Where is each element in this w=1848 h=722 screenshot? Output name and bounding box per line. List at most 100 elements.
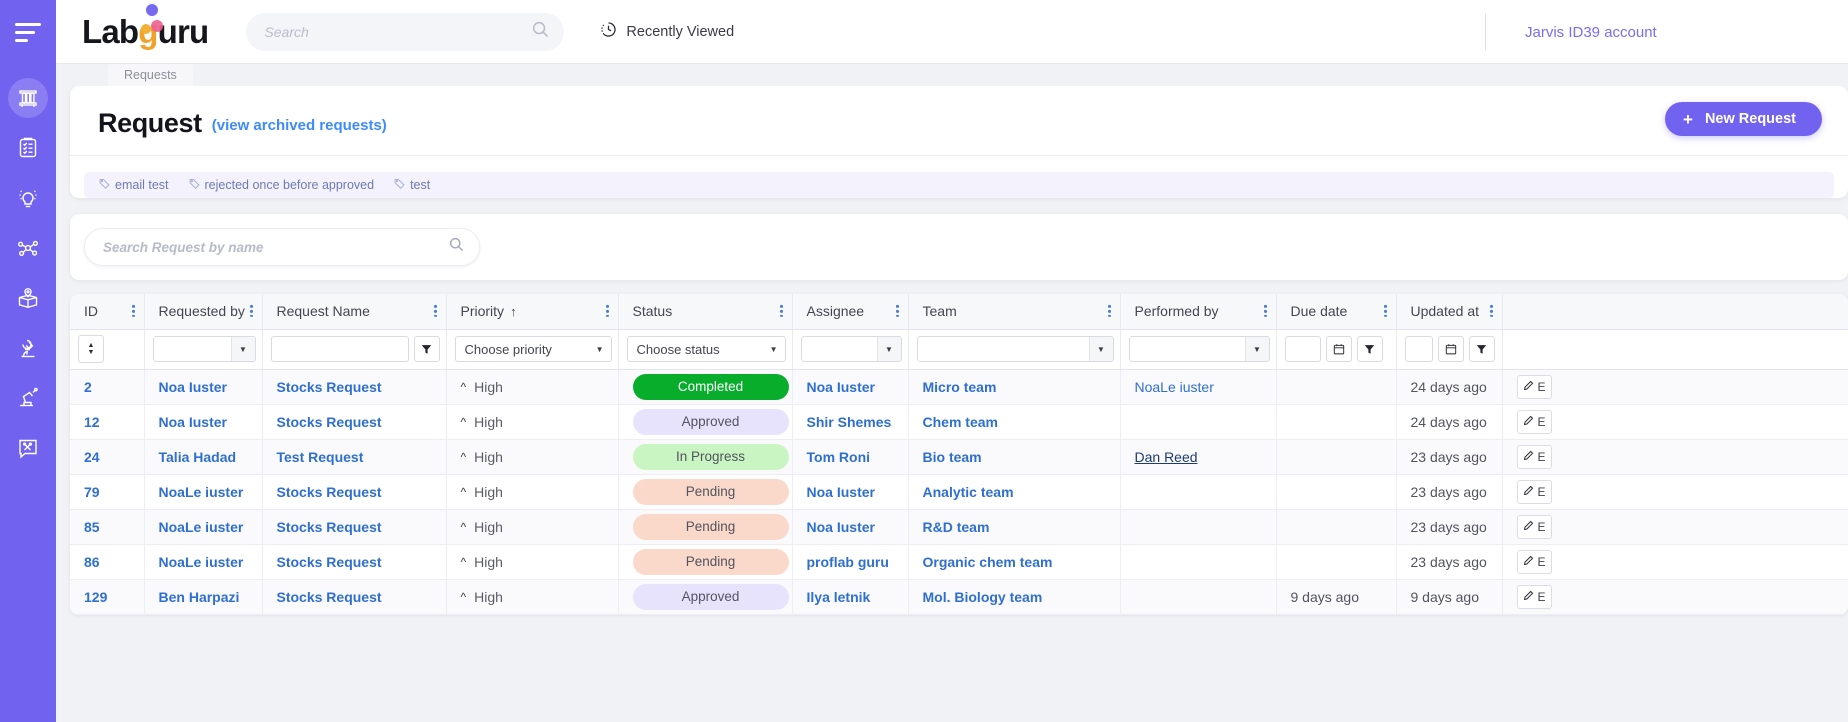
tag-item[interactable]: email test xyxy=(92,178,176,192)
edit-button[interactable]: E xyxy=(1516,409,1552,434)
assignee-link[interactable]: Shir Shemes xyxy=(807,414,892,430)
requested-by-link[interactable]: NoaLe iuster xyxy=(159,519,244,535)
status-badge[interactable]: Pending xyxy=(632,478,789,505)
status-filter-select[interactable]: Choose status ▼ xyxy=(626,336,786,362)
sidebar-item-automation[interactable] xyxy=(8,378,48,418)
edit-button[interactable]: E xyxy=(1516,444,1552,469)
requested-by-link[interactable]: Talia Hadad xyxy=(159,449,237,465)
table-row[interactable]: 86 NoaLe iuster Stocks Request ^ High Pen… xyxy=(70,544,1848,580)
column-menu-icon[interactable] xyxy=(1108,303,1111,319)
column-menu-icon[interactable] xyxy=(1384,303,1387,319)
labguru-logo[interactable]: Labguru xyxy=(82,3,209,51)
column-header-id[interactable]: ID xyxy=(70,294,145,330)
status-badge[interactable]: Approved xyxy=(632,408,789,435)
updated-at-filter-button[interactable] xyxy=(1468,336,1495,362)
requested-by-link[interactable]: Ben Harpazi xyxy=(159,589,240,605)
sidebar-item-inventory[interactable] xyxy=(8,78,48,118)
request-id-link[interactable]: 79 xyxy=(84,484,100,500)
request-name-link[interactable]: Stocks Request xyxy=(277,414,382,430)
requested-by-filter[interactable]: ▼ xyxy=(152,336,256,362)
sidebar-item-ideas[interactable] xyxy=(8,178,48,218)
column-header-assignee[interactable]: Assignee xyxy=(792,294,909,330)
team-link[interactable]: Bio team xyxy=(923,449,982,465)
column-header-requested-by[interactable]: Requested by xyxy=(144,294,263,330)
view-archived-link[interactable]: (view archived requests) xyxy=(212,117,387,134)
column-menu-icon[interactable] xyxy=(606,303,609,319)
table-row[interactable]: 85 NoaLe iuster Stocks Request ^ High Pen… xyxy=(70,509,1848,545)
request-name-link[interactable]: Stocks Request xyxy=(277,589,382,605)
sidebar-item-experiments[interactable] xyxy=(8,328,48,368)
new-request-button[interactable]: + New Request xyxy=(1665,102,1822,136)
chevron-down-icon[interactable]: ▼ xyxy=(1244,337,1269,361)
due-date-calendar-icon[interactable] xyxy=(1325,336,1352,362)
team-link[interactable]: Micro team xyxy=(923,379,997,395)
chevron-down-icon[interactable]: ▼ xyxy=(230,337,255,361)
assignee-link[interactable]: Noa Iuster xyxy=(807,379,875,395)
team-link[interactable]: R&D team xyxy=(923,519,990,535)
id-sort-stepper[interactable]: ▲ ▼ xyxy=(78,335,104,363)
request-id-link[interactable]: 24 xyxy=(84,449,100,465)
recently-viewed-button[interactable]: Recently Viewed xyxy=(600,21,734,42)
table-row[interactable]: 129 Ben Harpazi Stocks Request ^ High App… xyxy=(70,579,1848,615)
priority-filter-select[interactable]: Choose priority ▼ xyxy=(454,336,612,362)
assignee-link[interactable]: Ilya letnik xyxy=(807,589,871,605)
request-name-link[interactable]: Stocks Request xyxy=(277,379,382,395)
requested-by-link[interactable]: Noa Iuster xyxy=(159,379,227,395)
column-header-updated-at[interactable]: Updated at xyxy=(1396,294,1503,330)
team-link[interactable]: Analytic team xyxy=(923,484,1014,500)
requested-by-link[interactable]: NoaLe iuster xyxy=(159,554,244,570)
edit-button[interactable]: E xyxy=(1516,479,1552,504)
tag-item[interactable]: test xyxy=(387,178,437,192)
request-id-link[interactable]: 85 xyxy=(84,519,100,535)
column-header-performed-by[interactable]: Performed by xyxy=(1120,294,1277,330)
performed-by-filter-input[interactable] xyxy=(1129,337,1245,361)
tag-item[interactable]: rejected once before approved xyxy=(182,178,382,192)
status-badge[interactable]: Approved xyxy=(632,583,789,610)
table-row[interactable]: 24 Talia Hadad Test Request ^ High In Pro… xyxy=(70,439,1848,475)
sidebar-item-storage[interactable] xyxy=(8,278,48,318)
request-name-filter-button[interactable] xyxy=(413,336,440,362)
account-link[interactable]: Jarvis ID39 account xyxy=(1503,0,1848,64)
search-icon[interactable] xyxy=(531,20,550,44)
column-header-due-date[interactable]: Due date xyxy=(1276,294,1397,330)
assignee-link[interactable]: Noa Iuster xyxy=(807,484,875,500)
search-input[interactable] xyxy=(264,23,532,40)
edit-button[interactable]: E xyxy=(1516,514,1552,539)
table-row[interactable]: 2 Noa Iuster Stocks Request ^ High Comple… xyxy=(70,369,1848,405)
status-badge[interactable]: Completed xyxy=(632,373,789,400)
sidebar-item-requests[interactable] xyxy=(8,128,48,168)
sidebar-item-support[interactable] xyxy=(8,428,48,468)
column-header-team[interactable]: Team xyxy=(908,294,1121,330)
request-name-link[interactable]: Stocks Request xyxy=(277,519,382,535)
column-menu-icon[interactable] xyxy=(132,303,135,319)
updated-at-calendar-icon[interactable] xyxy=(1437,336,1464,362)
team-link[interactable]: Mol. Biology team xyxy=(923,589,1043,605)
performed-by-filter[interactable]: ▼ xyxy=(1128,336,1270,362)
edit-button[interactable]: E xyxy=(1516,549,1552,574)
table-row[interactable]: 12 Noa Iuster Stocks Request ^ High Appro… xyxy=(70,404,1848,440)
assignee-filter-input[interactable] xyxy=(801,337,877,361)
request-name-link[interactable]: Test Request xyxy=(277,449,364,465)
chevron-down-icon[interactable]: ▼ xyxy=(1088,337,1113,361)
requested-by-link[interactable]: Noa Iuster xyxy=(159,414,227,430)
performed-by-link[interactable]: Dan Reed xyxy=(1135,449,1198,465)
status-badge[interactable]: In Progress xyxy=(632,443,789,470)
assignee-link[interactable]: Tom Roni xyxy=(807,449,871,465)
team-link[interactable]: Chem team xyxy=(923,414,998,430)
request-name-link[interactable]: Stocks Request xyxy=(277,554,382,570)
column-header-status[interactable]: Status xyxy=(618,294,793,330)
request-id-link[interactable]: 12 xyxy=(84,414,100,430)
column-menu-icon[interactable] xyxy=(250,303,253,319)
chevron-down-icon[interactable]: ▼ xyxy=(876,337,901,361)
menu-toggle-button[interactable] xyxy=(0,0,56,64)
requested-by-filter-input[interactable] xyxy=(153,337,231,361)
assignee-link[interactable]: Noa Iuster xyxy=(807,519,875,535)
status-badge[interactable]: Pending xyxy=(632,548,789,575)
team-filter-input[interactable] xyxy=(917,337,1089,361)
due-date-filter-input[interactable] xyxy=(1284,336,1321,362)
breadcrumb[interactable]: Requests xyxy=(108,64,193,86)
requested-by-link[interactable]: NoaLe iuster xyxy=(159,484,244,500)
request-id-link[interactable]: 2 xyxy=(84,379,92,395)
request-id-link[interactable]: 129 xyxy=(84,589,107,605)
column-header-request-name[interactable]: Request Name xyxy=(262,294,447,330)
